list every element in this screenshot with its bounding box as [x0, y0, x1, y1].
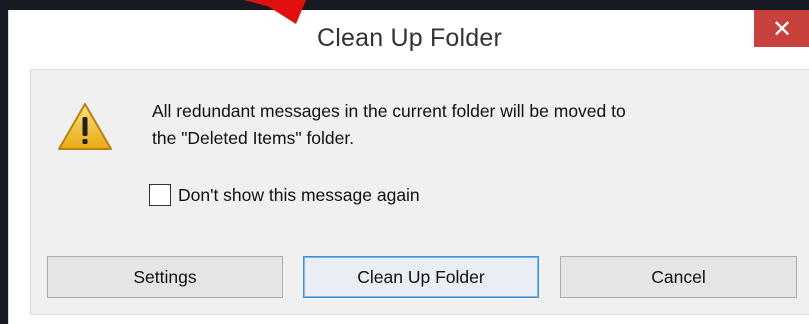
red-arrow-annotation: [244, 0, 306, 24]
clean-up-folder-button[interactable]: Clean Up Folder: [303, 256, 539, 298]
screen: Clean Up Folder ✕ All redundant messages…: [0, 0, 809, 324]
clean-up-folder-dialog: Clean Up Folder ✕ All redundant messages…: [8, 10, 809, 324]
title-bar: Clean Up Folder ✕: [9, 10, 809, 60]
warning-icon: [58, 103, 112, 150]
dialog-body: All redundant messages in the current fo…: [30, 69, 809, 315]
close-button[interactable]: ✕: [754, 10, 809, 47]
dont-show-again-checkbox[interactable]: [149, 184, 171, 206]
dont-show-again-row[interactable]: Don't show this message again: [149, 182, 420, 208]
cancel-button[interactable]: Cancel: [560, 256, 797, 298]
message-line-1: All redundant messages in the current fo…: [152, 101, 626, 121]
message-text: All redundant messages in the current fo…: [152, 98, 802, 152]
dialog-title: Clean Up Folder: [316, 24, 503, 52]
settings-button[interactable]: Settings: [47, 256, 283, 298]
dont-show-again-label[interactable]: Don't show this message again: [178, 185, 420, 206]
close-icon: ✕: [771, 14, 793, 43]
message-line-2: the "Deleted Items" folder.: [152, 128, 355, 148]
